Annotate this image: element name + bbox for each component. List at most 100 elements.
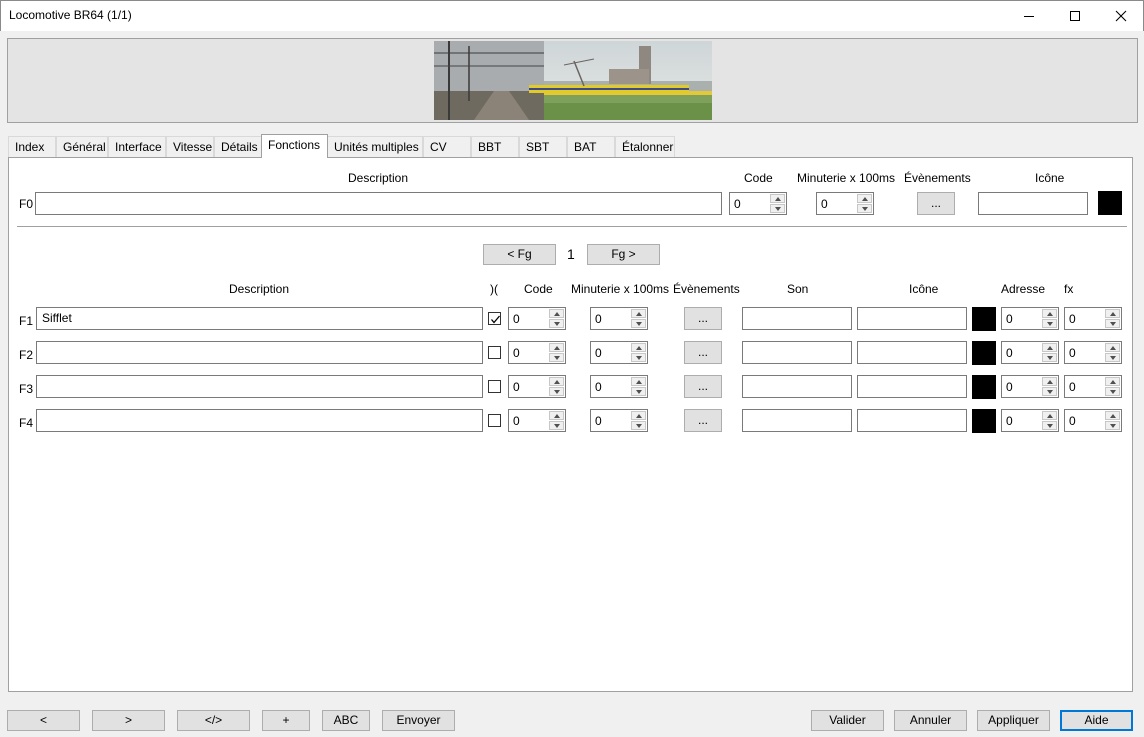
spin-down-icon[interactable] [857,204,872,213]
spin-down-icon[interactable] [1105,319,1120,328]
f1-icon-input[interactable] [857,307,967,330]
f4-events-button[interactable]: ... [684,409,722,432]
tab-bat[interactable]: BAT [567,136,615,157]
tab-cv[interactable]: CV [423,136,471,157]
f0-events-button[interactable]: ... [917,192,955,215]
spin-up-icon[interactable] [1105,309,1120,318]
spin-up-icon[interactable] [549,411,564,420]
spin-up-icon[interactable] [1042,309,1057,318]
f0-icon-input[interactable] [978,192,1088,215]
tab-bbt[interactable]: BBT [471,136,519,157]
spin-down-icon[interactable] [549,421,564,430]
f3-icon-color-swatch[interactable] [972,375,996,399]
spin-down-icon[interactable] [631,319,646,328]
f1-toggle-checkbox[interactable] [488,312,501,325]
spin-down-icon[interactable] [631,421,646,430]
f0-timer-spinner[interactable]: 0 [816,192,874,215]
tab-unites-multiples[interactable]: Unités multiples [327,136,423,157]
spin-down-icon[interactable] [549,353,564,362]
f0-icon-color-swatch[interactable] [1098,191,1122,215]
f3-code-spinner[interactable]: 0 [508,375,566,398]
spin-up-icon[interactable] [1105,411,1120,420]
next-group-button[interactable]: Fg > [587,244,660,265]
abc-button[interactable]: ABC [322,710,370,731]
spin-down-icon[interactable] [1105,421,1120,430]
send-button[interactable]: Envoyer [382,710,455,731]
f3-toggle-checkbox[interactable] [488,380,501,393]
help-button[interactable]: Aide [1060,710,1133,731]
spin-up-icon[interactable] [1042,377,1057,386]
tab-general[interactable]: Général [56,136,108,157]
f3-description-input[interactable] [36,375,483,398]
spin-up-icon[interactable] [631,377,646,386]
code-button[interactable]: </> [177,710,250,731]
f1-sound-input[interactable] [742,307,852,330]
f2-code-spinner[interactable]: 0 [508,341,566,364]
spin-up-icon[interactable] [1105,377,1120,386]
tab-fonctions[interactable]: Fonctions [261,134,328,158]
spin-up-icon[interactable] [1042,411,1057,420]
tab-index[interactable]: Index [8,136,56,157]
spin-up-icon[interactable] [631,411,646,420]
f2-timer-spinner[interactable]: 0 [590,341,648,364]
spin-down-icon[interactable] [549,319,564,328]
spin-down-icon[interactable] [549,387,564,396]
spin-up-icon[interactable] [549,377,564,386]
f2-icon-input[interactable] [857,341,967,364]
spin-down-icon[interactable] [1042,319,1057,328]
f3-sound-input[interactable] [742,375,852,398]
f1-events-button[interactable]: ... [684,307,722,330]
next-button[interactable]: > [92,710,165,731]
validate-button[interactable]: Valider [811,710,884,731]
f3-events-button[interactable]: ... [684,375,722,398]
f2-toggle-checkbox[interactable] [488,346,501,359]
spin-up-icon[interactable] [1042,343,1057,352]
f2-icon-color-swatch[interactable] [972,341,996,365]
prev-group-button[interactable]: < Fg [483,244,556,265]
previous-button[interactable]: < [7,710,80,731]
spin-up-icon[interactable] [1105,343,1120,352]
spin-down-icon[interactable] [631,387,646,396]
f2-events-button[interactable]: ... [684,341,722,364]
tab-sbt[interactable]: SBT [519,136,567,157]
spin-up-icon[interactable] [631,309,646,318]
f3-icon-input[interactable] [857,375,967,398]
spin-up-icon[interactable] [857,194,872,203]
f2-fx-spinner[interactable]: 0 [1064,341,1122,364]
cancel-button[interactable]: Annuler [894,710,967,731]
f4-icon-color-swatch[interactable] [972,409,996,433]
f3-fx-spinner[interactable]: 0 [1064,375,1122,398]
f4-sound-input[interactable] [742,409,852,432]
tab-details[interactable]: Détails [214,136,262,157]
f3-address-spinner[interactable]: 0 [1001,375,1059,398]
spin-down-icon[interactable] [631,353,646,362]
f4-code-spinner[interactable]: 0 [508,409,566,432]
f4-timer-spinner[interactable]: 0 [590,409,648,432]
spin-down-icon[interactable] [770,204,785,213]
f3-timer-spinner[interactable]: 0 [590,375,648,398]
close-button[interactable] [1098,0,1144,31]
spin-down-icon[interactable] [1042,421,1057,430]
spin-up-icon[interactable] [631,343,646,352]
spin-down-icon[interactable] [1105,387,1120,396]
spin-down-icon[interactable] [1042,353,1057,362]
f1-fx-spinner[interactable]: 0 [1064,307,1122,330]
add-button[interactable]: + [262,710,310,731]
f4-toggle-checkbox[interactable] [488,414,501,427]
spin-up-icon[interactable] [549,343,564,352]
f1-code-spinner[interactable]: 0 [508,307,566,330]
f1-timer-spinner[interactable]: 0 [590,307,648,330]
spin-down-icon[interactable] [1042,387,1057,396]
tab-interface[interactable]: Interface [108,136,166,157]
f0-code-spinner[interactable]: 0 [729,192,787,215]
spin-down-icon[interactable] [1105,353,1120,362]
f1-icon-color-swatch[interactable] [972,307,996,331]
f4-icon-input[interactable] [857,409,967,432]
f2-address-spinner[interactable]: 0 [1001,341,1059,364]
minimize-button[interactable] [1006,0,1052,31]
f1-address-spinner[interactable]: 0 [1001,307,1059,330]
tab-vitesse[interactable]: Vitesse [166,136,214,157]
f4-fx-spinner[interactable]: 0 [1064,409,1122,432]
f2-description-input[interactable] [36,341,483,364]
f1-description-input[interactable]: Sifflet [36,307,483,330]
